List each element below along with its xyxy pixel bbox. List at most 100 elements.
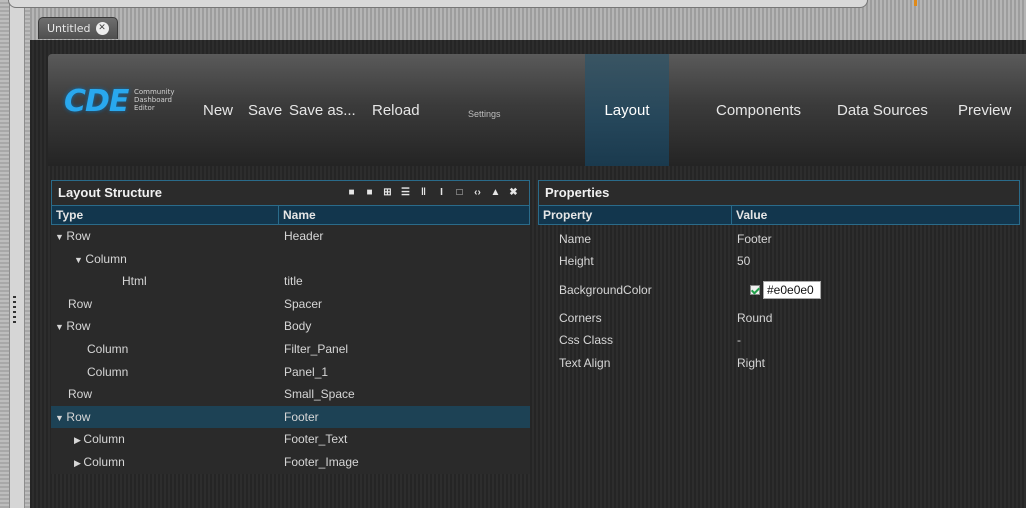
row-type: Column bbox=[87, 341, 129, 356]
property-row[interactable]: Corners Round bbox=[538, 307, 1020, 329]
layout-tree-row[interactable]: Column Panel_1 bbox=[51, 361, 530, 384]
layout-tree-row[interactable]: ▶ Column Footer_Image bbox=[51, 451, 530, 474]
row-name: Body bbox=[284, 319, 312, 334]
row-name: Footer bbox=[284, 409, 319, 424]
row-name: Small_Space bbox=[284, 387, 355, 402]
layout-structure-heading: Layout Structure bbox=[58, 185, 163, 200]
property-row[interactable]: Name Footer bbox=[538, 228, 1020, 250]
settings-button[interactable]: Settings bbox=[468, 109, 501, 119]
expanded-arrow-icon[interactable]: ▼ bbox=[74, 255, 85, 265]
grip-dots-icon bbox=[13, 296, 16, 326]
property-value[interactable]: - bbox=[731, 333, 1018, 347]
collapsed-arrow-icon[interactable]: ▶ bbox=[74, 458, 83, 468]
logo-subtitle: Community Dashboard Editor bbox=[134, 88, 175, 112]
tab-components[interactable]: Components bbox=[716, 102, 801, 119]
row-type: Row bbox=[68, 296, 93, 311]
document-tab[interactable]: Untitled ✕ bbox=[38, 17, 118, 39]
save-template-icon[interactable]: ■ bbox=[346, 187, 357, 198]
layout-structure-title: Layout Structure ■ ■ ⊞ ☰ ‖ I □ ‹› ▲ ✖ bbox=[51, 180, 530, 205]
row-type: Html bbox=[122, 274, 147, 289]
add-rows-icon[interactable]: ☰ bbox=[400, 187, 411, 198]
document-tab-label: Untitled bbox=[47, 22, 91, 35]
property-name: Text Align bbox=[559, 355, 611, 370]
add-row-icon[interactable]: ⊞ bbox=[382, 187, 393, 198]
add-columns-icon[interactable]: ‖ bbox=[418, 187, 429, 198]
properties-table-header: Property Value bbox=[538, 205, 1020, 225]
add-html-icon[interactable]: ‹› bbox=[472, 187, 483, 198]
layout-tree-row[interactable]: ▼ Column bbox=[51, 248, 530, 271]
layout-tree-row[interactable]: Row Small_Space bbox=[51, 383, 530, 406]
properties-heading: Properties bbox=[545, 185, 610, 200]
logo-text: CDE bbox=[64, 84, 129, 119]
row-name: Panel_1 bbox=[284, 364, 329, 379]
apply-template-icon[interactable]: ■ bbox=[364, 187, 375, 198]
layout-toolbar: ■ ■ ⊞ ☰ ‖ I □ ‹› ▲ ✖ bbox=[346, 187, 519, 198]
delete-icon[interactable]: ✖ bbox=[508, 187, 519, 198]
property-name: BackgroundColor bbox=[559, 282, 652, 297]
row-type: Row bbox=[66, 229, 91, 243]
expanded-arrow-icon[interactable]: ▼ bbox=[55, 413, 66, 423]
row-name: Footer_Image bbox=[284, 454, 359, 469]
layout-tree-row[interactable]: ▼ Row Body bbox=[51, 315, 530, 338]
tab-layout[interactable]: Layout bbox=[585, 54, 669, 166]
column-header-type[interactable]: Type bbox=[52, 206, 279, 224]
property-row[interactable]: Text Align Right bbox=[538, 351, 1020, 374]
expanded-arrow-icon[interactable]: ▼ bbox=[55, 232, 66, 242]
row-name: Header bbox=[284, 229, 324, 243]
layout-tree-row[interactable]: Html title bbox=[51, 270, 530, 293]
property-value[interactable]: 50 bbox=[731, 254, 1018, 268]
new-button[interactable]: New bbox=[203, 102, 233, 119]
row-type: Column bbox=[85, 251, 127, 266]
property-name: Corners bbox=[559, 311, 602, 325]
collapsed-arrow-icon[interactable]: ▶ bbox=[74, 435, 83, 445]
resize-handle[interactable] bbox=[9, 0, 25, 508]
color-value-editor[interactable]: #e0e0e0 bbox=[750, 280, 821, 299]
row-name: Filter_Panel bbox=[284, 341, 349, 356]
add-space-icon[interactable]: I bbox=[436, 187, 447, 198]
left-frame bbox=[0, 0, 30, 508]
save-as-button[interactable]: Save as... bbox=[289, 102, 356, 119]
window-lip bbox=[8, 0, 868, 8]
property-name: Css Class bbox=[559, 333, 614, 347]
layout-table-header: Type Name bbox=[51, 205, 530, 225]
property-row[interactable]: Height 50 bbox=[538, 250, 1020, 272]
tab-layout-label: Layout bbox=[604, 102, 650, 119]
property-name: Height bbox=[559, 254, 594, 268]
property-value[interactable]: Round bbox=[731, 311, 1018, 325]
row-name: Footer_Text bbox=[284, 432, 348, 447]
tab-preview[interactable]: Preview bbox=[958, 102, 1011, 119]
color-enabled-checkbox[interactable] bbox=[750, 284, 760, 295]
row-type: Row bbox=[66, 409, 91, 424]
column-header-property[interactable]: Property bbox=[539, 206, 732, 224]
layout-tree: ▼ Row Header ▼ Column Html title Row Spacer ▼ R… bbox=[51, 225, 530, 474]
layout-tree-row[interactable]: ▼ Row Footer bbox=[51, 405, 530, 429]
cde-logo: CDE Community Dashboard Editor bbox=[64, 80, 194, 130]
top-window-strip bbox=[8, 0, 1026, 40]
property-row[interactable]: BackgroundColor #e0e0e0 bbox=[538, 272, 1020, 307]
column-header-value[interactable]: Value bbox=[732, 206, 1019, 224]
layout-tree-row[interactable]: Row Spacer bbox=[51, 293, 530, 316]
layout-tree-row[interactable]: ▼ Row Header bbox=[51, 225, 530, 248]
row-type: Column bbox=[83, 432, 125, 447]
row-name: Spacer bbox=[284, 296, 323, 311]
layout-tree-row[interactable]: Column Filter_Panel bbox=[51, 338, 530, 361]
property-value[interactable]: Right bbox=[731, 356, 1018, 370]
property-row[interactable]: Css Class - bbox=[538, 329, 1020, 351]
row-type: Row bbox=[68, 387, 93, 402]
save-button[interactable]: Save bbox=[248, 102, 282, 119]
add-image-icon[interactable]: □ bbox=[454, 187, 465, 198]
property-value[interactable]: Footer bbox=[731, 232, 1018, 246]
reload-button[interactable]: Reload bbox=[372, 102, 420, 119]
row-name bbox=[278, 248, 528, 271]
close-tab-icon[interactable]: ✕ bbox=[95, 22, 109, 35]
properties-table: Name Footer Height 50 BackgroundColor #e0e0e0… bbox=[538, 225, 1020, 374]
row-type: Column bbox=[83, 454, 125, 469]
color-value-input[interactable]: #e0e0e0 bbox=[763, 280, 821, 299]
move-up-icon[interactable]: ▲ bbox=[490, 187, 501, 198]
properties-panel: Properties Property Value Name Footer Heig… bbox=[538, 180, 1020, 374]
tab-data-sources[interactable]: Data Sources bbox=[837, 102, 928, 119]
resize-marker-icon bbox=[914, 0, 917, 6]
column-header-name[interactable]: Name bbox=[279, 206, 529, 224]
layout-tree-row[interactable]: ▶ Column Footer_Text bbox=[51, 428, 530, 451]
expanded-arrow-icon[interactable]: ▼ bbox=[55, 322, 66, 332]
